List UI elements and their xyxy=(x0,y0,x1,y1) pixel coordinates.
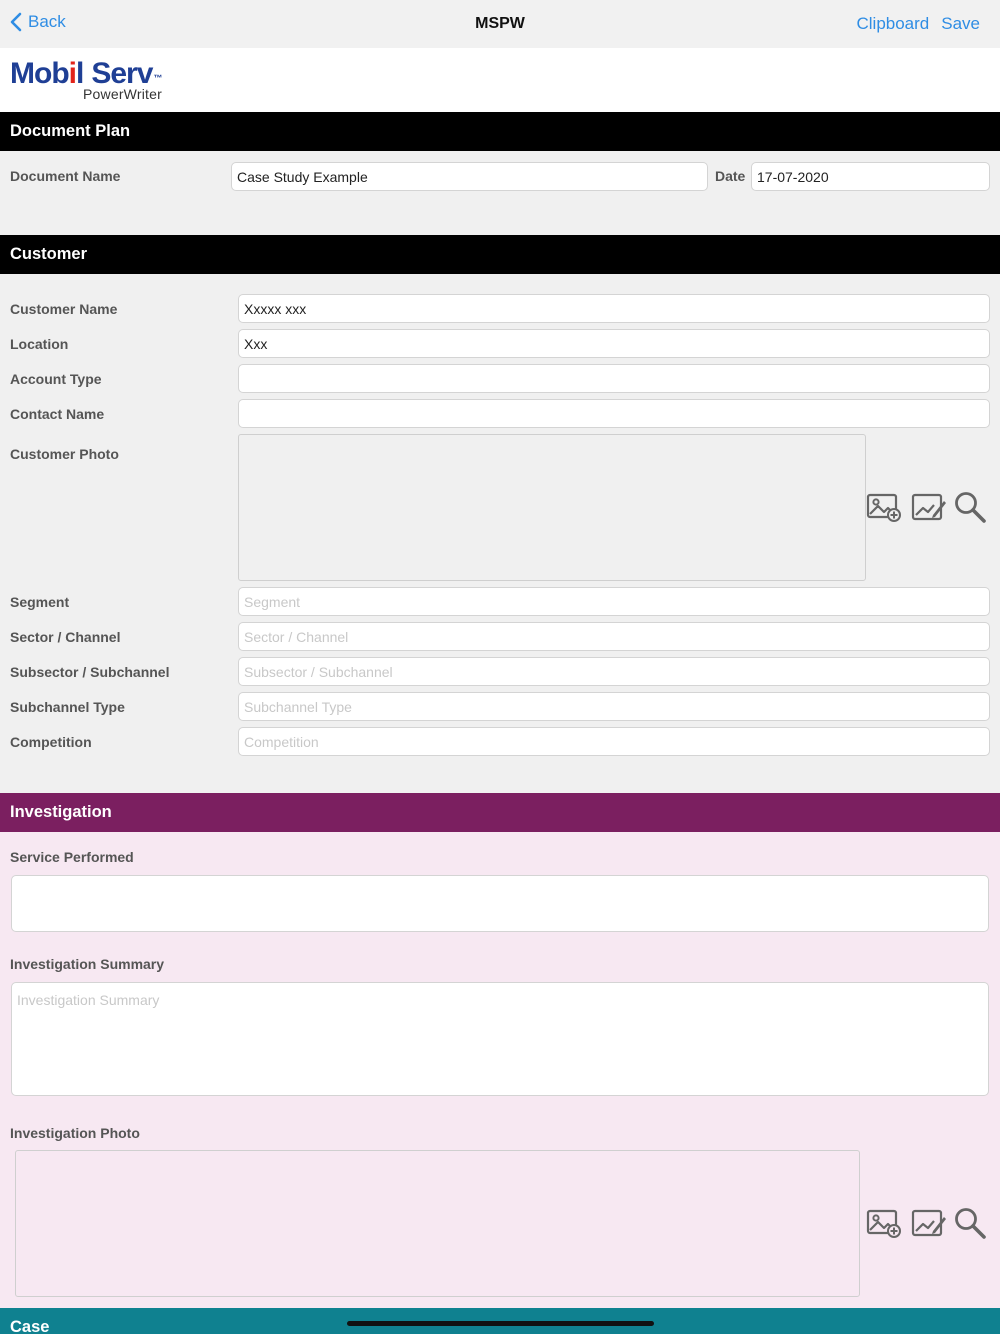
segment-label: Segment xyxy=(10,594,70,610)
mobil-serv-logo: Mobil Serv™ PowerWriter xyxy=(10,56,210,106)
customer-photo-area[interactable] xyxy=(238,434,866,581)
customer-panel: Customer Name Location Account Type Cont… xyxy=(0,274,1000,793)
section-header-customer: Customer xyxy=(0,235,1000,274)
back-label: Back xyxy=(28,12,66,31)
add-investigation-photo-button[interactable] xyxy=(866,1205,902,1241)
sector-channel-input[interactable] xyxy=(238,622,990,651)
service-performed-textarea[interactable] xyxy=(11,875,989,932)
magnify-investigation-photo-button[interactable] xyxy=(952,1205,988,1241)
location-label: Location xyxy=(10,336,69,352)
edit-investigation-photo-button[interactable] xyxy=(911,1205,947,1241)
sector-channel-label: Sector / Channel xyxy=(10,629,121,645)
service-performed-label: Service Performed xyxy=(10,849,134,865)
segment-input[interactable] xyxy=(238,587,990,616)
investigation-photo-label: Investigation Photo xyxy=(10,1125,140,1141)
customer-name-input[interactable] xyxy=(238,294,990,323)
magnifier-icon xyxy=(955,492,986,523)
date-input[interactable] xyxy=(751,162,990,191)
add-photo-icon xyxy=(866,493,901,522)
subsector-subchannel-input[interactable] xyxy=(238,657,990,686)
logo-tm-text: ™ xyxy=(153,73,162,83)
edit-photo-icon xyxy=(911,493,946,521)
contact-name-input[interactable] xyxy=(238,399,990,428)
investigation-summary-label: Investigation Summary xyxy=(10,956,165,972)
subchannel-type-input[interactable] xyxy=(238,692,990,721)
chevron-left-icon xyxy=(10,12,22,32)
add-photo-icon xyxy=(866,1209,901,1238)
document-name-input[interactable] xyxy=(231,162,708,191)
investigation-panel: Service Performed Investigation Summary … xyxy=(0,832,1000,1308)
account-type-input[interactable] xyxy=(238,364,990,393)
page-title: MSPW xyxy=(475,15,525,32)
date-label: Date xyxy=(715,168,746,184)
magnify-photo-button[interactable] xyxy=(952,489,988,525)
logo-i-text: i xyxy=(68,57,77,90)
logo-powerwriter-text: PowerWriter xyxy=(83,86,162,102)
location-input[interactable] xyxy=(238,329,990,358)
customer-photo-label: Customer Photo xyxy=(10,446,119,462)
clipboard-button[interactable]: Clipboard xyxy=(856,14,929,34)
subchannel-type-label: Subchannel Type xyxy=(10,699,125,715)
competition-label: Competition xyxy=(10,734,92,750)
add-photo-button[interactable] xyxy=(866,489,902,525)
customer-name-label: Customer Name xyxy=(10,301,118,317)
section-header-investigation: Investigation xyxy=(0,793,1000,832)
save-button[interactable]: Save xyxy=(941,14,980,34)
logo-mob-text: Mob xyxy=(10,57,70,90)
back-button[interactable]: Back xyxy=(10,12,66,32)
magnifier-icon xyxy=(955,1208,986,1239)
navigation-bar: Back MSPW Clipboard Save xyxy=(0,0,1000,48)
contact-name-label: Contact Name xyxy=(10,406,105,422)
account-type-label: Account Type xyxy=(10,371,102,387)
edit-photo-icon xyxy=(911,1209,946,1237)
subsector-subchannel-label: Subsector / Subchannel xyxy=(10,664,170,680)
investigation-summary-textarea[interactable] xyxy=(11,982,989,1096)
investigation-photo-area[interactable] xyxy=(15,1150,860,1297)
edit-photo-button[interactable] xyxy=(911,489,947,525)
document-name-label: Document Name xyxy=(10,168,121,184)
section-header-document-plan: Document Plan xyxy=(0,112,1000,151)
document-plan-panel: Document Name Date xyxy=(0,151,1000,235)
home-indicator[interactable] xyxy=(347,1321,654,1326)
competition-input[interactable] xyxy=(238,727,990,756)
